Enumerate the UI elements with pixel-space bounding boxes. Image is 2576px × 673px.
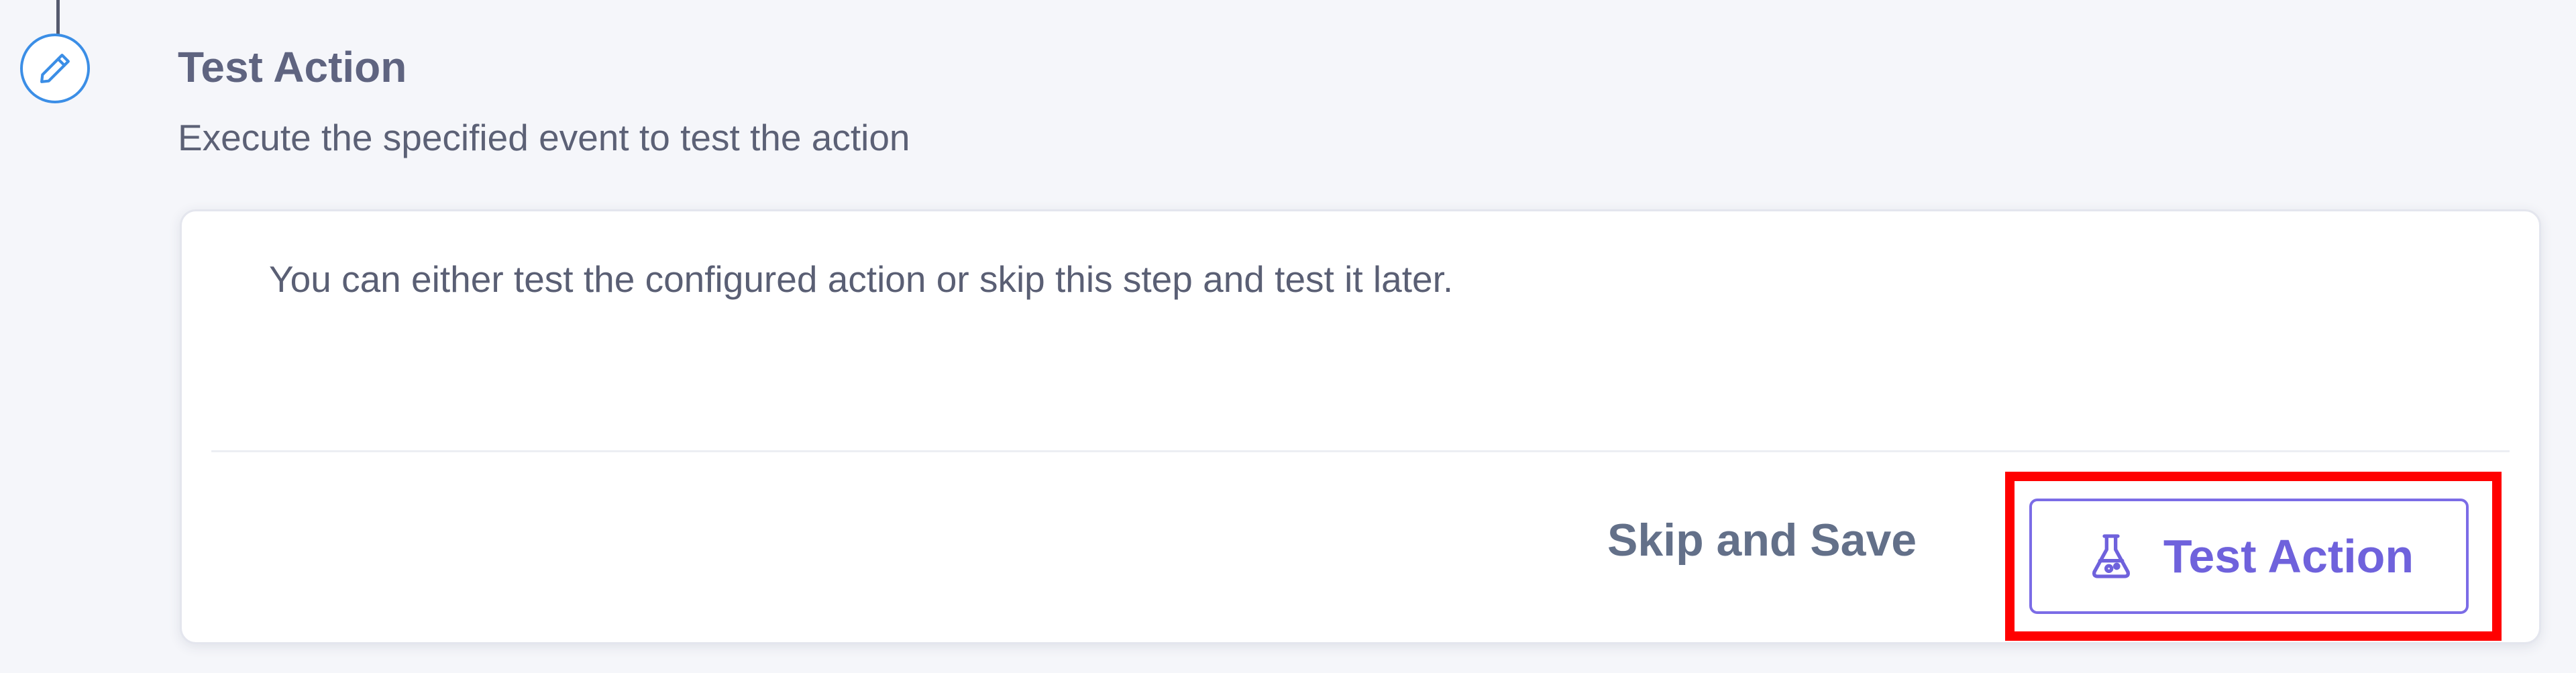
step-status-icon <box>20 34 90 103</box>
test-action-card: You can either test the configured actio… <box>180 209 2541 644</box>
test-action-button[interactable]: Test Action <box>2029 499 2469 614</box>
flask-icon <box>2092 534 2130 578</box>
skip-and-save-button[interactable]: Skip and Save <box>1607 507 1917 574</box>
step-subtitle: Execute the specified event to test the … <box>178 117 910 158</box>
test-action-button-label: Test Action <box>2163 530 2414 582</box>
card-divider <box>211 450 2510 452</box>
pencil-icon <box>40 54 70 83</box>
step-title: Test Action <box>178 43 407 91</box>
timeline-connector <box>56 0 60 38</box>
card-message: You can either test the configured actio… <box>269 258 1454 300</box>
